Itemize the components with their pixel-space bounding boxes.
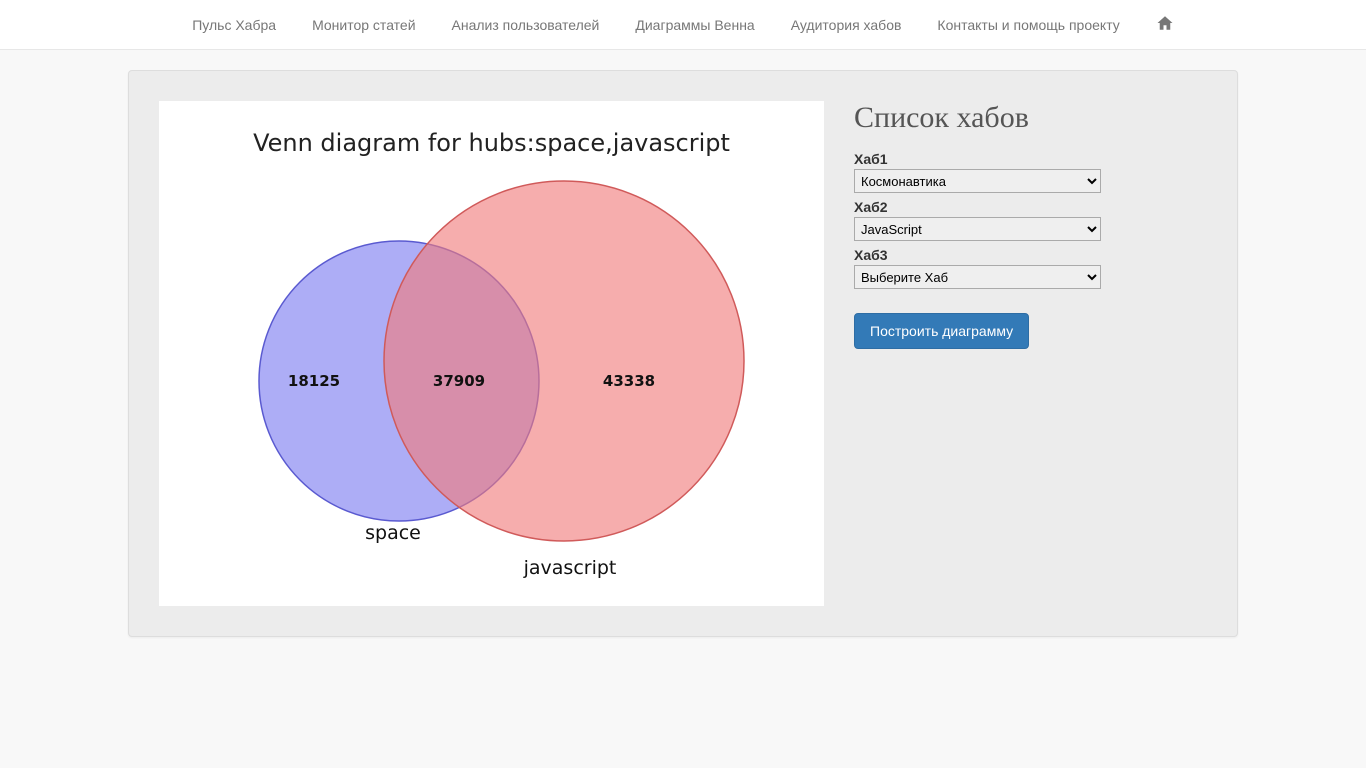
nav-link-home[interactable] — [1156, 14, 1174, 32]
hub3-label: Хаб3 — [854, 247, 1207, 263]
nav-link-users[interactable]: Анализ пользователей — [452, 17, 600, 33]
nav-link-audience[interactable]: Аудитория хабов — [791, 17, 902, 33]
hub1-label: Хаб1 — [854, 151, 1207, 167]
venn-label-b: javascript — [523, 557, 617, 579]
sidebar-heading: Список хабов — [854, 101, 1207, 135]
content-panel: Venn diagram for hubs:space,javascript 1… — [128, 70, 1238, 637]
form-group-hub2: Хаб2 JavaScript — [854, 199, 1207, 247]
sidebar-form: Список хабов Хаб1 Космонавтика Хаб2 Java… — [854, 101, 1207, 606]
nav-links: Пульс Хабра Монитор статей Анализ пользо… — [174, 0, 1192, 50]
nav-link-venn[interactable]: Диаграммы Венна — [635, 17, 754, 33]
venn-column: Venn diagram for hubs:space,javascript 1… — [159, 101, 824, 606]
venn-circle-b — [384, 181, 744, 541]
venn-diagram: Venn diagram for hubs:space,javascript 1… — [159, 101, 824, 606]
hub2-select[interactable]: JavaScript — [854, 217, 1101, 241]
main-container: Venn diagram for hubs:space,javascript 1… — [113, 70, 1253, 637]
venn-value-a-only: 18125 — [288, 372, 340, 390]
nav-link-monitor[interactable]: Монитор статей — [312, 17, 415, 33]
home-icon — [1156, 14, 1174, 32]
nav-link-pulse[interactable]: Пульс Хабра — [192, 17, 276, 33]
hub1-select[interactable]: Космонавтика — [854, 169, 1101, 193]
submit-button[interactable]: Построить диаграмму — [854, 313, 1029, 349]
venn-value-b-only: 43338 — [603, 372, 655, 390]
venn-label-a: space — [365, 522, 421, 544]
hub3-select[interactable]: Выберите Хаб — [854, 265, 1101, 289]
form-group-hub3: Хаб3 Выберите Хаб — [854, 247, 1207, 295]
venn-svg: 18125 37909 43338 space javascript — [159, 101, 824, 606]
form-group-hub1: Хаб1 Космонавтика — [854, 151, 1207, 199]
top-navbar: Пульс Хабра Монитор статей Анализ пользо… — [0, 0, 1366, 50]
venn-value-intersection: 37909 — [433, 372, 485, 390]
nav-link-contacts[interactable]: Контакты и помощь проекту — [937, 17, 1119, 33]
hub2-label: Хаб2 — [854, 199, 1207, 215]
venn-title: Venn diagram for hubs:space,javascript — [159, 129, 824, 157]
